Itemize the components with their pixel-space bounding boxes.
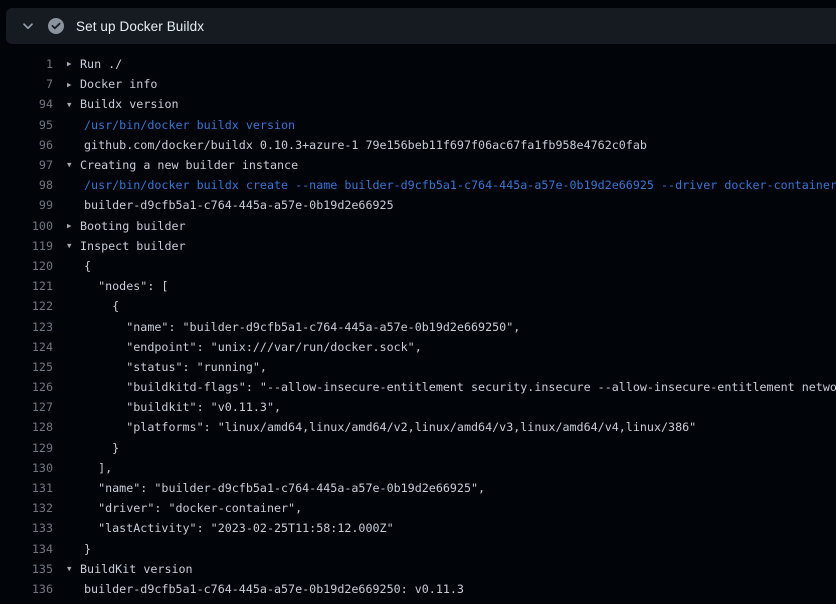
line-content: } [80, 441, 119, 455]
line-number[interactable]: 134 [0, 542, 53, 556]
line-content: builder-d9cfb5a1-c764-445a-a57e-0b19d2e6… [80, 198, 394, 212]
line-content: "status": "running", [80, 360, 267, 374]
log-line: 124 "endpoint": "unix:///var/run/docker.… [0, 337, 836, 357]
line-number[interactable]: 129 [0, 441, 53, 455]
line-content: "driver": "docker-container", [80, 501, 302, 515]
line-number[interactable]: 128 [0, 420, 53, 434]
line-content: builder-d9cfb5a1-c764-445a-a57e-0b19d2e6… [80, 582, 464, 596]
line-content: /usr/bin/docker buildx version [80, 118, 295, 132]
line-content: "nodes": [ [80, 279, 168, 293]
log-lines: 1 ▶ Run ./ 7 ▶ Docker info 94 ▼ Buildx v… [0, 54, 836, 604]
line-content: "platforms": "linux/amd64,linux/amd64/v2… [80, 420, 696, 434]
log-line[interactable]: 100 ▶ Booting builder [0, 216, 836, 236]
step-title: Set up Docker Buildx [76, 19, 204, 34]
log-line[interactable]: 1 ▶ Run ./ [0, 54, 836, 74]
line-number[interactable]: 94 [0, 97, 53, 111]
log-line[interactable]: 94 ▼ Buildx version [0, 94, 836, 114]
line-number[interactable]: 124 [0, 340, 53, 354]
line-content: Inspect builder [80, 239, 186, 253]
triangle-right-icon: ▶ [67, 60, 80, 68]
actions-log-viewer: Set up Docker Buildx 1 ▶ Run ./ 7 ▶ Dock… [0, 0, 836, 604]
line-number[interactable]: 119 [0, 239, 53, 253]
log-line: 125 "status": "running", [0, 357, 836, 377]
line-number[interactable]: 122 [0, 299, 53, 313]
line-number[interactable]: 99 [0, 198, 53, 212]
line-content: Buildx version [80, 97, 179, 111]
line-content: "lastActivity": "2023-02-25T11:58:12.000… [80, 521, 394, 535]
line-content: Booting builder [80, 219, 186, 233]
line-content: "buildkit": "v0.11.3", [80, 400, 281, 414]
log-line: 122 { [0, 296, 836, 316]
line-number[interactable]: 100 [0, 219, 53, 233]
check-circle-icon [48, 18, 64, 34]
line-number[interactable]: 96 [0, 138, 53, 152]
line-number[interactable]: 126 [0, 380, 53, 394]
line-content: ], [80, 461, 112, 475]
log-line: 128 "platforms": "linux/amd64,linux/amd6… [0, 417, 836, 437]
line-number[interactable]: 98 [0, 178, 53, 192]
log-line: 129 } [0, 438, 836, 458]
log-line: 133 "lastActivity": "2023-02-25T11:58:12… [0, 518, 836, 538]
log-line: 98 /usr/bin/docker buildx create --name … [0, 175, 836, 195]
log-line: 99 builder-d9cfb5a1-c764-445a-a57e-0b19d… [0, 195, 836, 215]
line-number[interactable]: 121 [0, 279, 53, 293]
line-number[interactable]: 97 [0, 158, 53, 172]
line-content: Run ./ [80, 57, 122, 71]
line-number[interactable]: 95 [0, 118, 53, 132]
log-line: 132 "driver": "docker-container", [0, 498, 836, 518]
line-number[interactable]: 136 [0, 582, 53, 596]
log-line: 127 "buildkit": "v0.11.3", [0, 397, 836, 417]
line-number[interactable]: 135 [0, 562, 53, 576]
triangle-down-icon: ▼ [67, 101, 80, 109]
log-line: 130 ], [0, 458, 836, 478]
line-content: } [80, 542, 91, 556]
line-content: "name": "builder-d9cfb5a1-c764-445a-a57e… [80, 481, 485, 495]
triangle-down-icon: ▼ [67, 242, 80, 250]
chevron-down-icon [20, 18, 36, 34]
log-line: 96 github.com/docker/buildx 0.10.3+azure… [0, 135, 836, 155]
line-number[interactable]: 7 [0, 77, 53, 91]
log-line: 121 "nodes": [ [0, 276, 836, 296]
triangle-down-icon: ▼ [67, 161, 80, 169]
line-number[interactable]: 125 [0, 360, 53, 374]
line-content: BuildKit version [80, 562, 193, 576]
log-line[interactable]: 97 ▼ Creating a new builder instance [0, 155, 836, 175]
line-number[interactable]: 133 [0, 521, 53, 535]
line-content: github.com/docker/buildx 0.10.3+azure-1 … [80, 138, 647, 152]
line-content: Creating a new builder instance [80, 158, 298, 172]
triangle-right-icon: ▶ [67, 222, 80, 230]
line-content: Docker info [80, 77, 157, 91]
log-line[interactable]: 7 ▶ Docker info [0, 74, 836, 94]
triangle-right-icon: ▶ [67, 81, 80, 89]
log-line: 126 "buildkitd-flags": "--allow-insecure… [0, 377, 836, 397]
line-content: /usr/bin/docker buildx create --name bui… [80, 178, 836, 192]
line-content: "name": "builder-d9cfb5a1-c764-445a-a57e… [80, 320, 520, 334]
line-content: "endpoint": "unix:///var/run/docker.sock… [80, 340, 422, 354]
line-number[interactable]: 127 [0, 400, 53, 414]
line-number[interactable]: 132 [0, 501, 53, 515]
log-line[interactable]: 119 ▼ Inspect builder [0, 236, 836, 256]
log-line: 131 "name": "builder-d9cfb5a1-c764-445a-… [0, 478, 836, 498]
log-line: 120 { [0, 256, 836, 276]
line-content: "buildkitd-flags": "--allow-insecure-ent… [80, 380, 836, 394]
line-number[interactable]: 123 [0, 320, 53, 334]
log-line: 95 /usr/bin/docker buildx version [0, 115, 836, 135]
log-line: 123 "name": "builder-d9cfb5a1-c764-445a-… [0, 316, 836, 336]
line-content: { [80, 259, 91, 273]
line-number[interactable]: 130 [0, 461, 53, 475]
line-number[interactable]: 120 [0, 259, 53, 273]
log-line[interactable]: 135 ▼ BuildKit version [0, 559, 836, 579]
line-content: { [80, 299, 119, 313]
step-header-set-up-docker-buildx[interactable]: Set up Docker Buildx [6, 8, 836, 44]
line-number[interactable]: 131 [0, 481, 53, 495]
log-line: 134 } [0, 539, 836, 559]
log-line: 136 builder-d9cfb5a1-c764-445a-a57e-0b19… [0, 579, 836, 599]
line-number[interactable]: 1 [0, 57, 53, 71]
triangle-down-icon: ▼ [67, 565, 80, 573]
